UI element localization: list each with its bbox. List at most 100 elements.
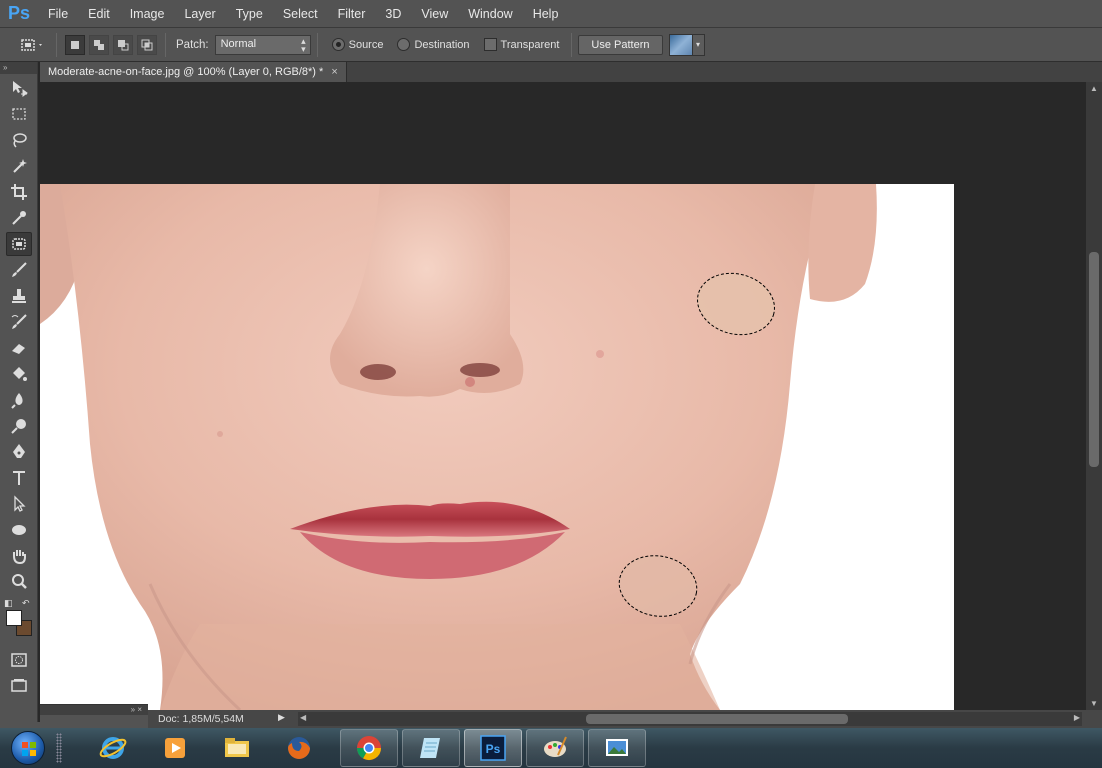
pen-tool-icon [13, 444, 25, 458]
document-image[interactable] [40, 184, 954, 710]
new-selection-button[interactable] [65, 34, 85, 55]
radio-dot [335, 42, 341, 47]
photoshop-logo: Ps [7, 3, 31, 23]
default-colors-icon[interactable]: ◧ [4, 598, 13, 609]
swap-colors-icon[interactable]: ↶ [22, 598, 30, 609]
paint-bucket-tool[interactable] [6, 362, 32, 386]
lasso-tool[interactable] [6, 128, 32, 152]
scroll-up-icon[interactable]: ▲ [1090, 84, 1098, 93]
eyedropper-tool[interactable] [6, 206, 32, 230]
taskbar-photoshop[interactable]: Ps [464, 729, 522, 767]
panel-collapse-icon[interactable]: » × [40, 705, 148, 715]
menu-select[interactable]: Select [273, 0, 328, 28]
horizontal-scrollbar[interactable]: ◀ ▶ [298, 712, 1082, 726]
taskbar-firefox[interactable] [270, 729, 328, 767]
patch-mode-select[interactable]: Normal ▴ ▾ [214, 34, 311, 55]
source-radio[interactable] [331, 38, 345, 51]
svg-text:Ps: Ps [486, 742, 501, 756]
patch-tool-icon [21, 38, 42, 51]
brush-tool[interactable] [6, 258, 32, 282]
destination-radio[interactable] [397, 38, 411, 51]
intersect-selection-button[interactable] [137, 34, 157, 55]
destination-label: Destination [414, 38, 470, 51]
use-pattern-button[interactable]: Use Pattern [578, 34, 663, 55]
history-brush-tool[interactable] [6, 310, 32, 334]
taskbar-notepad[interactable] [402, 729, 460, 767]
canvas-area[interactable] [40, 82, 1086, 710]
scroll-left-icon[interactable]: ◀ [300, 713, 306, 722]
windows-explorer-icon [225, 738, 249, 757]
lasso-tool-icon [13, 133, 27, 148]
menu-3d[interactable]: 3D [375, 0, 411, 28]
photoshop-window: Ps File Edit Image Layer Type Select Fil… [0, 0, 1102, 768]
history-brush-tool-icon [11, 314, 27, 329]
patch-label: Patch: [176, 38, 209, 51]
vertical-scrollbar[interactable]: ▲ ▼ [1086, 82, 1102, 710]
patch-tool[interactable] [6, 232, 32, 256]
add-to-selection-button[interactable] [89, 34, 109, 55]
ellipse-tool-icon [12, 525, 26, 535]
clone-stamp-tool[interactable] [6, 284, 32, 308]
screen-mode-button[interactable] [6, 674, 32, 698]
pattern-dropdown-arrow-icon[interactable]: ▾ [692, 33, 705, 56]
crop-tool-icon [11, 184, 27, 200]
tools-panel: » ◧ ↶ [0, 62, 38, 722]
scroll-down-icon[interactable]: ▼ [1090, 699, 1098, 708]
document-tab-bar: Moderate-acne-on-face.jpg @ 100% (Layer … [40, 62, 1102, 82]
taskbar-media-player[interactable] [146, 729, 204, 767]
taskbar-windows-explorer[interactable] [208, 729, 266, 767]
horizontal-scroll-thumb[interactable] [586, 714, 848, 724]
collapsed-panel: » × [40, 704, 148, 728]
tool-preset-picker[interactable] [14, 33, 50, 57]
select-arrows-icon: ▴ ▾ [301, 35, 306, 54]
type-tool-icon [13, 471, 25, 485]
type-tool[interactable] [6, 466, 32, 490]
menu-view[interactable]: View [411, 0, 458, 28]
eyedropper-tool-icon [12, 211, 26, 225]
vertical-scroll-thumb[interactable] [1089, 252, 1099, 467]
pen-tool[interactable] [6, 440, 32, 464]
blur-tool-icon [11, 393, 23, 409]
hand-tool[interactable] [6, 544, 32, 568]
pattern-picker-swatch[interactable] [668, 33, 693, 56]
photo-viewer-icon [606, 739, 628, 756]
taskbar-photo-viewer[interactable] [588, 729, 646, 767]
path-selection-tool[interactable] [6, 492, 32, 516]
menu-bar: Ps File Edit Image Layer Type Select Fil… [0, 0, 1102, 28]
menu-type[interactable]: Type [226, 0, 273, 28]
quick-mask-button[interactable] [6, 648, 32, 672]
start-button[interactable] [6, 728, 50, 768]
menu-image[interactable]: Image [120, 0, 175, 28]
blur-tool[interactable] [6, 388, 32, 412]
zoom-tool[interactable] [6, 570, 32, 594]
menu-window[interactable]: Window [458, 0, 522, 28]
move-tool[interactable] [6, 76, 32, 100]
menu-file[interactable]: File [38, 0, 78, 28]
transparent-checkbox[interactable] [483, 38, 497, 51]
tools-panel-collapse-icon[interactable]: » [0, 62, 37, 74]
dodge-tool[interactable] [6, 414, 32, 438]
foreground-color-swatch[interactable] [6, 610, 22, 626]
taskbar-paint[interactable] [526, 729, 584, 767]
menu-edit[interactable]: Edit [78, 0, 120, 28]
menu-layer[interactable]: Layer [174, 0, 225, 28]
magic-wand-tool[interactable] [6, 154, 32, 178]
document-tab[interactable]: Moderate-acne-on-face.jpg @ 100% (Layer … [40, 62, 347, 82]
transparent-label: Transparent [500, 38, 560, 51]
color-swatches: ◧ ↶ [0, 598, 37, 644]
eraser-tool[interactable] [6, 336, 32, 360]
close-icon[interactable]: × [331, 66, 337, 78]
document-size-status: Doc: 1,85M/5,54M [158, 713, 244, 725]
menu-filter[interactable]: Filter [328, 0, 376, 28]
subtract-from-selection-button[interactable] [113, 34, 133, 55]
menu-help[interactable]: Help [523, 0, 569, 28]
taskbar-chrome[interactable] [340, 729, 398, 767]
status-menu-arrow-icon[interactable]: ▶ [278, 712, 290, 726]
taskbar-internet-explorer[interactable] [84, 729, 142, 767]
ellipse-tool[interactable] [6, 518, 32, 542]
status-bar: Doc: 1,85M/5,54M ▶ ◀ ▶ [148, 710, 1102, 728]
marquee-tool[interactable] [6, 102, 32, 126]
scroll-right-icon[interactable]: ▶ [1074, 713, 1080, 722]
crop-tool[interactable] [6, 180, 32, 204]
path-selection-tool-icon [14, 495, 26, 512]
